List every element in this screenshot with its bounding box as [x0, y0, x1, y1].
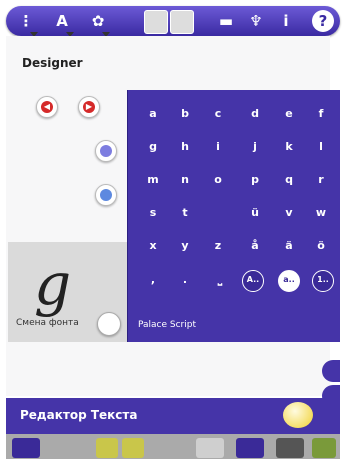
key-e[interactable]: e: [274, 104, 304, 124]
key-q[interactable]: q: [274, 170, 304, 190]
embroidery-icon[interactable]: ✿: [86, 9, 110, 33]
font-change-label: Смена фонта: [16, 318, 79, 328]
key-w[interactable]: w: [306, 203, 336, 223]
key-v[interactable]: v: [274, 203, 304, 223]
key-t[interactable]: t: [170, 203, 200, 223]
key-c[interactable]: c: [203, 104, 233, 124]
key-x[interactable]: x: [138, 236, 168, 256]
key-h[interactable]: h: [170, 137, 200, 157]
key-f[interactable]: f: [306, 104, 336, 124]
font-preview-glyph: g: [34, 250, 72, 318]
key-d[interactable]: d: [240, 104, 270, 124]
info-icon[interactable]: i: [274, 9, 298, 33]
bottom-tool[interactable]: [312, 438, 336, 458]
key-a[interactable]: a: [138, 104, 168, 124]
bottom-tool[interactable]: [276, 438, 304, 458]
side-control[interactable]: [322, 360, 340, 382]
camera-icon[interactable]: [170, 10, 194, 34]
key-g[interactable]: g: [138, 137, 168, 157]
help-icon[interactable]: ?: [312, 10, 334, 32]
arrow-right-icon: ▶: [83, 101, 95, 113]
key-s[interactable]: s: [138, 203, 168, 223]
key-comma[interactable]: ,: [138, 270, 168, 290]
bottom-tool[interactable]: [96, 438, 118, 458]
cursor-right-button[interactable]: ▶: [78, 96, 100, 118]
key-y[interactable]: y: [170, 236, 200, 256]
settings-icon[interactable]: ♆: [244, 9, 268, 33]
bottom-tool[interactable]: [196, 438, 224, 458]
key-u-umlaut[interactable]: ü: [240, 203, 270, 223]
folder-icon[interactable]: ▬: [214, 9, 238, 33]
bottom-tool[interactable]: [12, 438, 40, 458]
bottom-tool[interactable]: [122, 438, 144, 458]
text-editor-title: Редактор Текста: [20, 408, 138, 422]
sequence-icon[interactable]: ⋮: [14, 9, 38, 33]
cursor-left-button[interactable]: ◀: [36, 96, 58, 118]
top-toolbar: ⋮ A ✿ ▬ ♆ i ?: [6, 6, 340, 36]
key-k[interactable]: k: [274, 137, 304, 157]
key-o-umlaut[interactable]: ö: [306, 236, 336, 256]
key-z[interactable]: z: [203, 236, 233, 256]
bottom-tool[interactable]: [236, 438, 264, 458]
key-a-ring[interactable]: å: [240, 236, 270, 256]
uppercase-mode-button[interactable]: A..: [242, 270, 264, 292]
confirm-button[interactable]: [283, 402, 313, 428]
delete-button[interactable]: [95, 140, 117, 162]
key-b[interactable]: b: [170, 104, 200, 124]
text-input-value[interactable]: Designer: [22, 56, 83, 70]
key-i[interactable]: i: [203, 137, 233, 157]
key-p[interactable]: p: [240, 170, 270, 190]
font-icon[interactable]: A: [50, 9, 74, 33]
key-a-umlaut[interactable]: ä: [274, 236, 304, 256]
font-name-label: Palace Script: [138, 320, 197, 330]
key-o[interactable]: o: [203, 170, 233, 190]
spool-icon: [100, 189, 112, 201]
key-l[interactable]: l: [306, 137, 336, 157]
eraser-icon: [100, 145, 112, 157]
key-r[interactable]: r: [306, 170, 336, 190]
font-change-button[interactable]: [97, 312, 121, 336]
key-period[interactable]: .: [170, 270, 200, 290]
arrow-left-icon: ◀: [41, 101, 53, 113]
lowercase-mode-button[interactable]: a..: [278, 270, 300, 292]
key-n[interactable]: n: [170, 170, 200, 190]
layout-icon[interactable]: [144, 10, 168, 34]
stitch-button[interactable]: [95, 184, 117, 206]
key-m[interactable]: m: [138, 170, 168, 190]
key-j[interactable]: j: [240, 137, 270, 157]
key-space[interactable]: ⎵: [205, 270, 235, 290]
numbers-mode-button[interactable]: 1..: [312, 270, 334, 292]
